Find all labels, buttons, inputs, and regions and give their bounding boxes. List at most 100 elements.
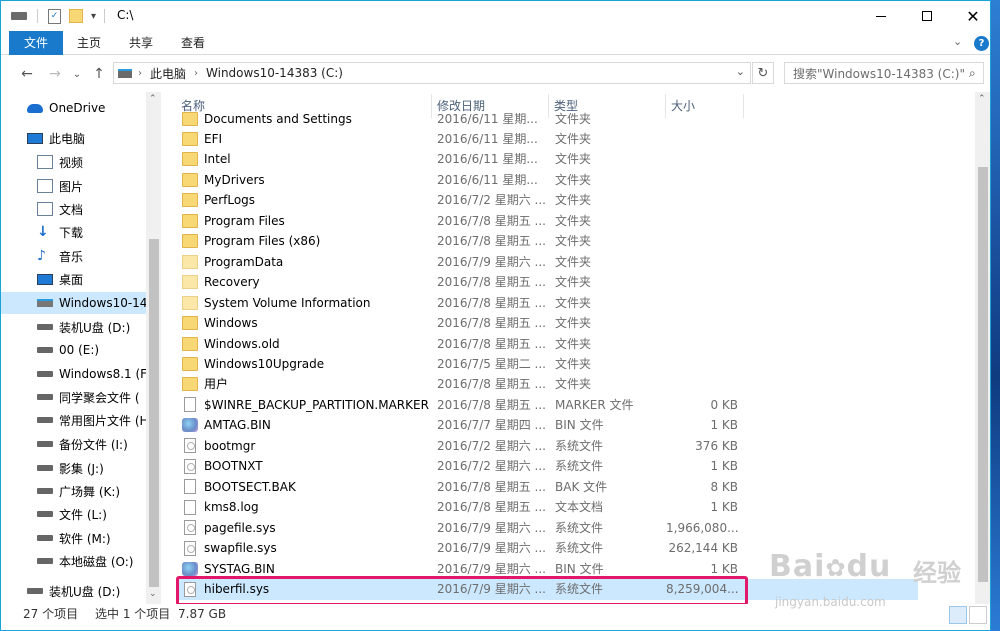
refresh-button[interactable]: ↻ xyxy=(752,62,774,84)
file-row[interactable]: Windows10Upgrade 2016/7/5 星期二 ... 文件夹 xyxy=(176,354,918,375)
tab-view[interactable]: 查看 xyxy=(173,31,213,55)
file-row[interactable]: bootmgr 2016/7/2 星期六 ... 系统文件 376 KB xyxy=(176,436,918,457)
file-date-cell: 2016/7/5 星期二 ... xyxy=(437,357,546,372)
breadcrumb-drive-c[interactable]: Windows10-14383 (C:) xyxy=(206,66,343,80)
nav-item[interactable]: 装机U盘 (D:) xyxy=(1,580,147,602)
file-size-cell: 376 KB xyxy=(695,438,738,453)
nav-item[interactable]: 广场舞 (K:) xyxy=(1,480,147,502)
file-row[interactable]: PerfLogs 2016/7/2 星期六 ... 文件夹 xyxy=(176,190,918,211)
file-row[interactable]: Recovery 2016/7/8 星期五 ... 文件夹 xyxy=(176,272,918,293)
customize-toolbar-icon[interactable]: ▾ xyxy=(91,11,96,22)
file-type-cell: 文件夹 xyxy=(555,316,592,331)
search-input[interactable]: 搜索"Windows10-14383 (C:)" ⌕ xyxy=(784,62,984,84)
file-date-cell: 2016/7/8 星期五 ... xyxy=(437,479,546,494)
scroll-down-icon[interactable]: ⌄ xyxy=(149,589,157,599)
drive-icon xyxy=(37,465,53,471)
file-row[interactable]: Program Files 2016/7/8 星期五 ... 文件夹 xyxy=(176,211,918,232)
nav-item[interactable]: 同学聚会文件 ( xyxy=(1,386,147,408)
file-scrollbar[interactable]: ⌃ xyxy=(975,92,990,607)
back-button[interactable]: ← xyxy=(17,64,37,84)
recent-locations-button[interactable]: ⌄ xyxy=(67,64,87,84)
file-row[interactable]: BOOTNXT 2016/7/2 星期六 ... 系统文件 1 KB xyxy=(176,456,918,477)
details-view-button[interactable] xyxy=(949,606,967,624)
expand-ribbon-icon[interactable]: ⌄ xyxy=(953,35,962,48)
file-row[interactable]: 用户 2016/7/8 星期五 ... 文件夹 xyxy=(176,374,918,395)
nav-item-label: 软件 (M:) xyxy=(59,531,111,546)
file-size-cell xyxy=(666,149,738,169)
nav-item[interactable]: 文件 (L:) xyxy=(1,503,147,525)
file-size-cell xyxy=(666,252,738,272)
maximize-button[interactable] xyxy=(904,1,950,31)
nav-scrollbar-thumb[interactable] xyxy=(149,239,159,587)
nav-scrollbar[interactable]: ⌃ ⌄ xyxy=(146,92,161,607)
file-type-cell: BAK 文件 xyxy=(555,479,608,494)
file-row[interactable]: Windows.old 2016/7/8 星期五 ... 文件夹 xyxy=(176,334,918,355)
folder-icon xyxy=(182,316,198,331)
file-row[interactable]: BOOTSECT.BAK 2016/7/8 星期五 ... BAK 文件 8 KB xyxy=(176,477,918,498)
nav-item[interactable]: 本地磁盘 (O:) xyxy=(1,550,147,572)
up-button[interactable]: ↑ xyxy=(89,64,109,84)
file-size-cell xyxy=(666,190,738,210)
nav-item[interactable]: 装机U盘 (D:) xyxy=(1,316,147,338)
file-date-cell: 2016/7/9 星期六 ... xyxy=(437,561,546,576)
close-button[interactable]: ✕ xyxy=(950,1,990,31)
nav-item-label: Windows10-14 xyxy=(59,296,147,310)
nav-item[interactable]: OneDrive xyxy=(1,97,147,119)
nav-item[interactable]: 00 (E:) xyxy=(1,339,147,361)
tab-share[interactable]: 共享 xyxy=(121,31,161,55)
nav-item[interactable]: 文档 xyxy=(1,198,147,220)
scroll-up-icon[interactable]: ⌃ xyxy=(978,94,986,104)
file-row[interactable]: Documents and Settings 2016/6/11 星期... 文件夹 xyxy=(176,109,918,130)
large-icons-view-button[interactable] xyxy=(969,606,987,624)
forward-button[interactable]: → xyxy=(45,64,65,84)
drive-icon[interactable] xyxy=(11,12,27,20)
file-row[interactable]: SYSTAG.BIN 2016/7/9 星期六 ... BIN 文件 1 KB xyxy=(176,559,918,580)
breadcrumb-separator-icon: › xyxy=(194,67,199,79)
tab-file[interactable]: 文件 xyxy=(9,31,63,55)
nav-item-label: 00 (E:) xyxy=(59,343,100,357)
tab-home[interactable]: 主页 xyxy=(69,31,109,55)
nav-item[interactable]: Windows10-14 xyxy=(1,292,147,314)
nav-item[interactable]: Windows8.1 (F: xyxy=(1,363,147,385)
file-scrollbar-thumb[interactable] xyxy=(978,167,988,582)
nav-item-label: 影集 (J:) xyxy=(59,461,104,476)
file-row[interactable]: kms8.log 2016/7/8 星期五 ... 文本文档 1 KB xyxy=(176,497,918,518)
address-dropdown-icon[interactable]: ⌄ xyxy=(736,65,745,78)
file-date-cell: 2016/7/2 星期六 ... xyxy=(437,459,546,474)
help-icon[interactable]: ? xyxy=(974,36,989,51)
file-name-cell: MyDrivers xyxy=(182,170,430,190)
scroll-up-icon[interactable]: ⌃ xyxy=(149,94,157,104)
nav-item[interactable]: 软件 (M:) xyxy=(1,527,147,549)
new-folder-icon[interactable] xyxy=(69,9,83,23)
nav-item[interactable]: ↓ 下载 xyxy=(1,221,147,243)
title-bar: ✓ ▾ C:\ ✕ xyxy=(1,1,990,31)
file-row[interactable]: hiberfil.sys 2016/7/9 星期六 ... 系统文件 8,259,00… xyxy=(176,579,918,600)
nav-item[interactable]: 此电脑 xyxy=(1,127,147,149)
nav-item[interactable]: 备份文件 (I:) xyxy=(1,433,147,455)
minimize-button[interactable] xyxy=(858,1,904,31)
nav-item[interactable]: ♪ 音乐 xyxy=(1,245,147,267)
file-row[interactable]: System Volume Information 2016/7/8 星期五 ..… xyxy=(176,293,918,314)
file-row[interactable]: MyDrivers 2016/6/11 星期... 文件夹 xyxy=(176,170,918,191)
file-date-cell: 2016/7/8 星期五 ... xyxy=(437,500,546,515)
breadcrumb-this-pc[interactable]: 此电脑 xyxy=(150,65,186,82)
nav-item[interactable]: 视频 xyxy=(1,151,147,173)
properties-icon[interactable]: ✓ xyxy=(48,8,61,24)
file-row[interactable]: Intel 2016/6/11 星期... 文件夹 xyxy=(176,149,918,170)
nav-item[interactable]: 常用图片文件 (H xyxy=(1,409,147,431)
file-row[interactable]: pagefile.sys 2016/7/9 星期六 ... 系统文件 1,966,08… xyxy=(176,518,918,539)
file-row[interactable]: Program Files (x86) 2016/7/8 星期五 ... 文件夹 xyxy=(176,231,918,252)
file-row[interactable]: swapfile.sys 2016/7/9 星期六 ... 系统文件 262,144 … xyxy=(176,538,918,559)
file-row[interactable]: $WINRE_BACKUP_PARTITION.MARKER 2016/7/8 星… xyxy=(176,395,918,416)
file-size-cell xyxy=(666,334,738,354)
file-row[interactable]: Windows 2016/7/8 星期五 ... 文件夹 xyxy=(176,313,918,334)
desktop-icon xyxy=(37,273,53,285)
nav-item[interactable]: 图片 xyxy=(1,175,147,197)
file-row[interactable]: AMTAG.BIN 2016/7/7 星期四 ... BIN 文件 1 KB xyxy=(176,415,918,436)
nav-item[interactable]: 影集 (J:) xyxy=(1,457,147,479)
address-bar[interactable]: › 此电脑 › Windows10-14383 (C:) ⌄ xyxy=(113,62,751,84)
folder-icon xyxy=(182,213,198,228)
file-row[interactable]: ProgramData 2016/7/9 星期六 ... 文件夹 xyxy=(176,252,918,273)
file-row[interactable]: EFI 2016/6/11 星期... 文件夹 xyxy=(176,129,918,150)
nav-item[interactable]: 桌面 xyxy=(1,268,147,290)
